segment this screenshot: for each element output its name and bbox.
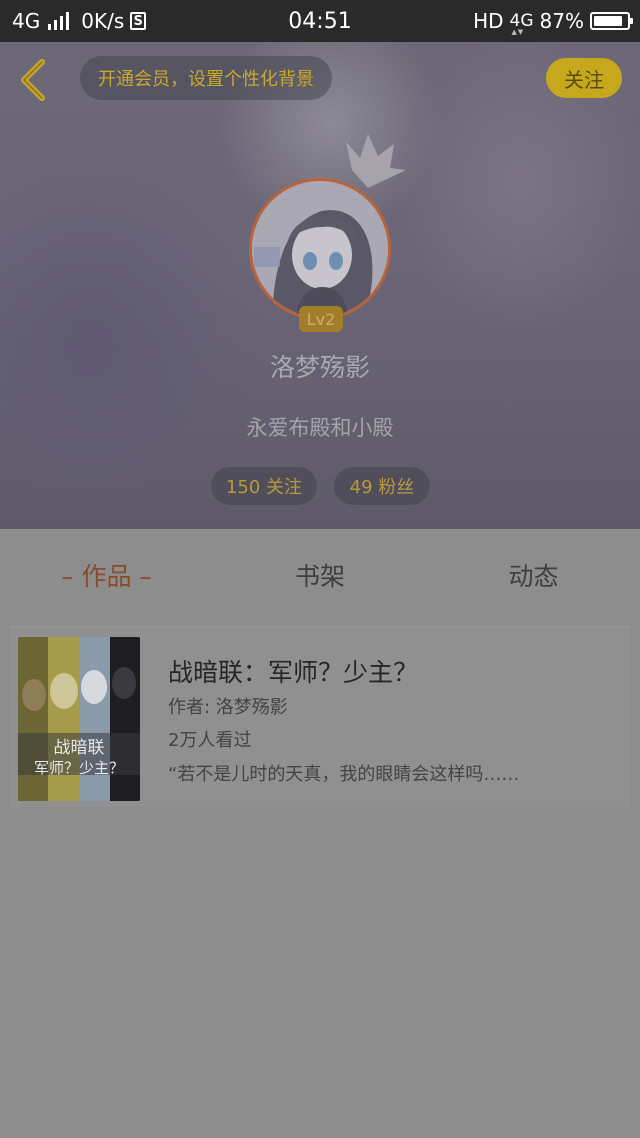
status-right: HD 4G 87% (473, 0, 633, 42)
cover-title-line1: 战暗联 (54, 738, 105, 758)
status-bar: 4G 0K/s S 04:51 HD 4G 87% (0, 0, 640, 42)
hd-indicator: HD (473, 9, 504, 33)
battery-percent: 87% (539, 9, 584, 33)
book-cover-image: 战暗联 军师？少主？ (18, 637, 140, 801)
book-excerpt: “若不是儿时的天真，我的眼睛会这样吗…… (168, 764, 520, 785)
following-count-button[interactable]: 150 关注 (211, 467, 317, 505)
avatar[interactable] (249, 178, 391, 320)
level-badge: Lv2 (299, 306, 343, 332)
book-views: 2万人看过 (168, 730, 252, 751)
tab-works[interactable]: – 作品 – (0, 529, 213, 621)
follow-button[interactable]: 关注 (546, 58, 622, 98)
vip-background-prompt[interactable]: 开通会员，设置个性化背景 (80, 56, 332, 100)
crown-icon (346, 134, 406, 188)
tab-activity[interactable]: 动态 (427, 529, 640, 621)
username: 洛梦殇影 (269, 353, 370, 382)
tab-bookshelf[interactable]: 书架 (213, 529, 427, 621)
network-4g-icon: 4G (510, 11, 534, 36)
profile-screen: 4G 0K/s S 04:51 HD 4G 87% 开通会员，设置个性化背景 关… (0, 0, 640, 1138)
book-author: 作者: 洛梦殇影 (168, 697, 288, 718)
book-cover: 战暗联 军师？少主？ (18, 637, 140, 801)
avatar-image (252, 181, 388, 317)
back-button[interactable] (14, 58, 54, 102)
user-bio: 永爱布殿和小殿 (246, 416, 394, 440)
book-title: 战暗联：军师？少主？ (168, 658, 419, 687)
work-card[interactable]: 战暗联 军师？少主？ 战暗联：军师？少主？ 作者: 洛梦殇影 2万人看过 “若不… (10, 626, 630, 807)
profile-header: 开通会员，设置个性化背景 关注 Lv2 洛梦殇影 永爱布殿和小殿 150 关注 … (0, 42, 640, 529)
chevron-left-icon (21, 59, 45, 101)
cover-title-line2: 军师？少主？ (34, 759, 124, 777)
fans-count-button[interactable]: 49 粉丝 (334, 467, 430, 505)
profile-tabs: – 作品 – 书架 动态 (0, 529, 640, 621)
battery-icon (590, 12, 633, 30)
